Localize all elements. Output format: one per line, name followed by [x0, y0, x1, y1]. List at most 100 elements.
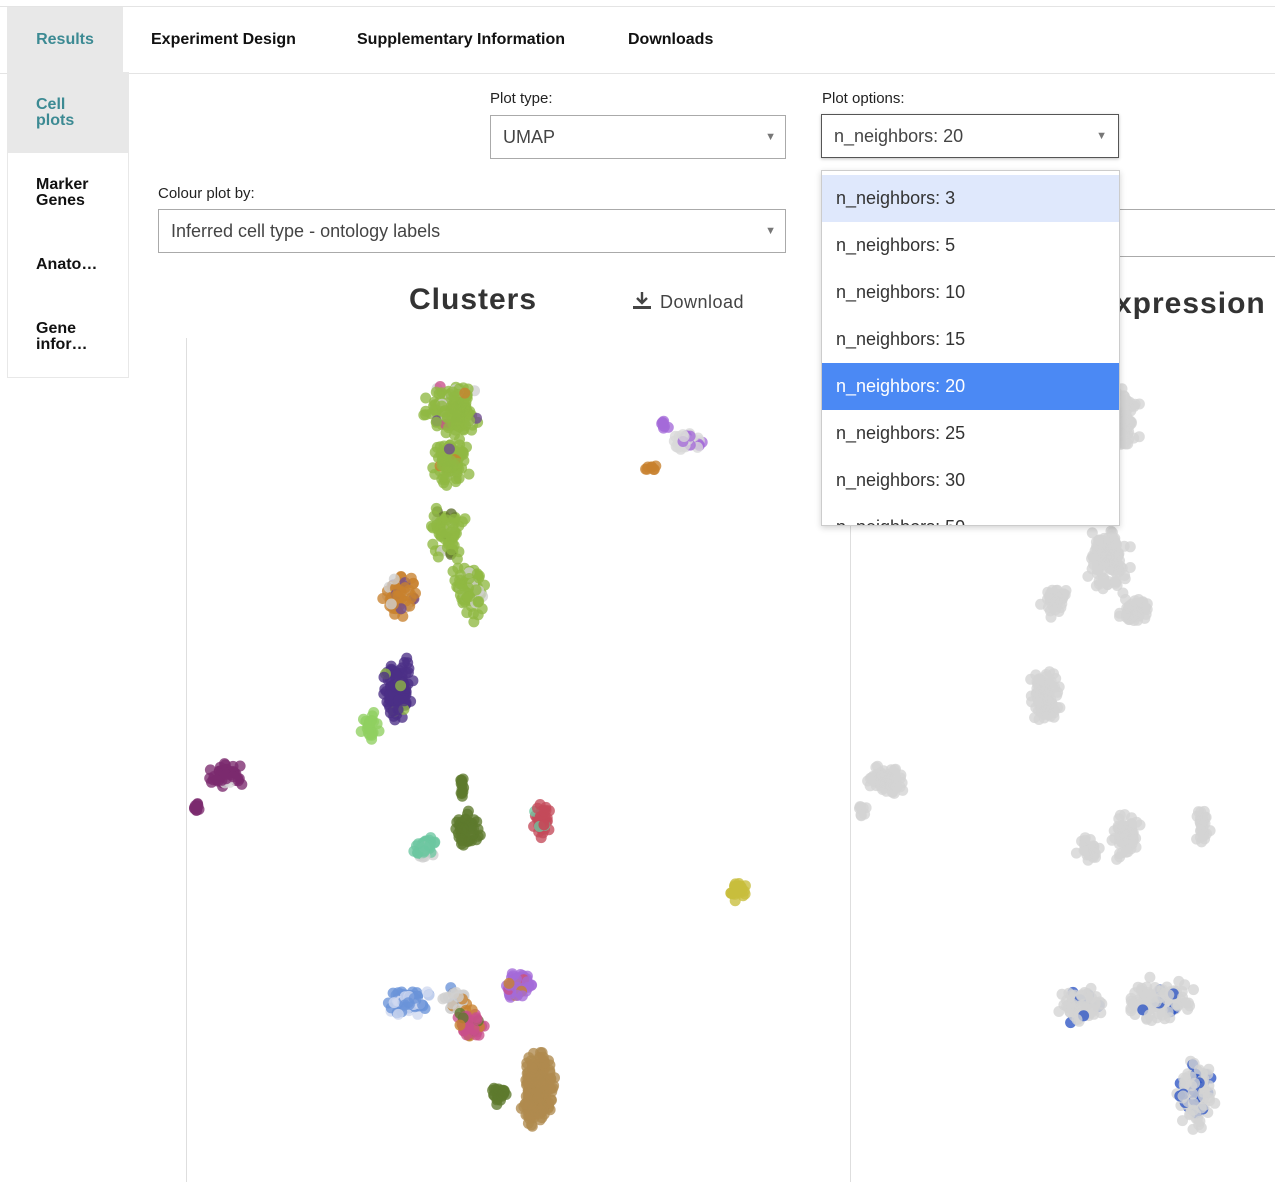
scatter-point	[466, 424, 478, 436]
scatter-point	[388, 997, 400, 1009]
scatter-point	[439, 406, 451, 418]
scatter-point	[1051, 689, 1063, 701]
scatter-point	[401, 652, 413, 664]
scatter-point	[729, 878, 741, 890]
scatter-point	[538, 819, 550, 831]
scatter-point	[1082, 570, 1094, 582]
scatter-point	[1063, 987, 1075, 999]
dropdown-option-selected[interactable]: n_neighbors: 20	[822, 363, 1119, 410]
scatter-point	[427, 538, 439, 550]
scatter-point	[1104, 544, 1116, 556]
scatter-point	[1124, 415, 1136, 427]
scatter-point	[455, 787, 467, 799]
scatter-point	[443, 443, 455, 455]
scatter-point	[461, 591, 473, 603]
scatter-point	[1151, 996, 1162, 1008]
scatter-point	[1093, 578, 1105, 590]
scatter-point	[447, 538, 458, 550]
scatter-point	[1079, 832, 1091, 844]
dropdown-option[interactable]: n_neighbors: 3	[822, 175, 1119, 222]
scatter-point	[1044, 707, 1056, 719]
dropdown-option[interactable]: n_neighbors: 5	[822, 222, 1119, 269]
dropdown-option[interactable]: n_neighbors: 30	[822, 457, 1119, 504]
scatter-point	[1173, 975, 1185, 987]
scatter-point	[393, 694, 405, 706]
dropdown-option[interactable]: n_neighbors: 50	[822, 504, 1119, 525]
scatter-point	[1067, 998, 1079, 1010]
scatter-point	[1090, 991, 1102, 1003]
scatter-point	[387, 987, 399, 999]
scatter-point	[408, 845, 420, 857]
scatter-point	[1189, 1077, 1201, 1089]
scatter-point	[1035, 598, 1047, 610]
scatter-point	[189, 802, 201, 814]
scatter-point	[1144, 971, 1156, 983]
scatter-point	[1204, 1087, 1216, 1099]
scatter-point	[1120, 846, 1132, 858]
scatter-point	[535, 832, 547, 844]
scatter-point	[227, 771, 239, 783]
scatter-point	[468, 823, 479, 835]
scatter-point	[894, 781, 906, 793]
scatter-point	[544, 1082, 556, 1094]
scatter-point	[1119, 809, 1131, 821]
scatter-point	[1042, 586, 1054, 598]
scatter-point	[373, 725, 385, 737]
dropdown-option[interactable]: n_neighbors: 15	[822, 316, 1119, 363]
scatter-point	[440, 471, 452, 483]
scatter-point	[447, 418, 459, 430]
scatter-point	[1095, 551, 1107, 563]
scatter-point	[678, 431, 690, 442]
scatter-point	[881, 771, 893, 783]
scatter-point	[1123, 600, 1135, 612]
scatter-point	[437, 993, 449, 1005]
scatter-point	[452, 991, 464, 1003]
scatter-point	[1076, 990, 1087, 1002]
scatter-point	[418, 845, 430, 857]
scatter-point	[1149, 982, 1161, 993]
scatter-point	[532, 1092, 544, 1104]
scatter-point	[1188, 1057, 1200, 1069]
scatter-point	[1053, 1006, 1065, 1017]
scatter-point	[1188, 984, 1199, 996]
scatter-point	[1143, 1009, 1155, 1021]
scatter-point	[1045, 611, 1057, 623]
scatter-point	[1119, 573, 1131, 585]
scatter-point	[392, 1008, 404, 1020]
scatter-point	[526, 1119, 537, 1131]
scatter-point	[870, 761, 882, 773]
clusters-scatter	[189, 381, 751, 1132]
scatter-point	[545, 1094, 557, 1106]
scatter-point	[461, 607, 473, 619]
scatter-point	[538, 806, 550, 817]
scatter-point	[468, 1023, 480, 1035]
scatter-point	[395, 586, 407, 598]
scatter-point	[429, 446, 441, 458]
scatter-point	[1093, 540, 1105, 552]
scatter-point	[456, 774, 468, 786]
scatter-point	[1194, 1115, 1206, 1127]
scatter-point	[503, 977, 515, 989]
scatter-point	[537, 1051, 549, 1063]
scatter-point	[1086, 846, 1098, 858]
scatter-point	[528, 1047, 540, 1059]
scatter-point	[391, 669, 403, 681]
scatter-point	[1031, 676, 1043, 688]
scatter-point	[378, 671, 390, 683]
scatter-point	[1177, 1090, 1189, 1102]
scatter-point	[1140, 601, 1152, 613]
scatter-point	[448, 513, 460, 525]
scatter-point	[855, 809, 867, 821]
scatter-point	[1044, 666, 1055, 678]
scatter-point	[527, 1062, 539, 1074]
scatter-point	[459, 387, 471, 399]
scatter-point	[1126, 818, 1137, 830]
scatter-point	[532, 1077, 544, 1088]
scatter-point	[1128, 432, 1140, 444]
scatter-point	[521, 976, 533, 988]
dropdown-option[interactable]: n_neighbors: 10	[822, 269, 1119, 316]
scatter-point	[452, 562, 464, 574]
scatter-point	[473, 572, 485, 584]
dropdown-option[interactable]: n_neighbors: 25	[822, 410, 1119, 457]
scatter-point	[1086, 553, 1098, 565]
